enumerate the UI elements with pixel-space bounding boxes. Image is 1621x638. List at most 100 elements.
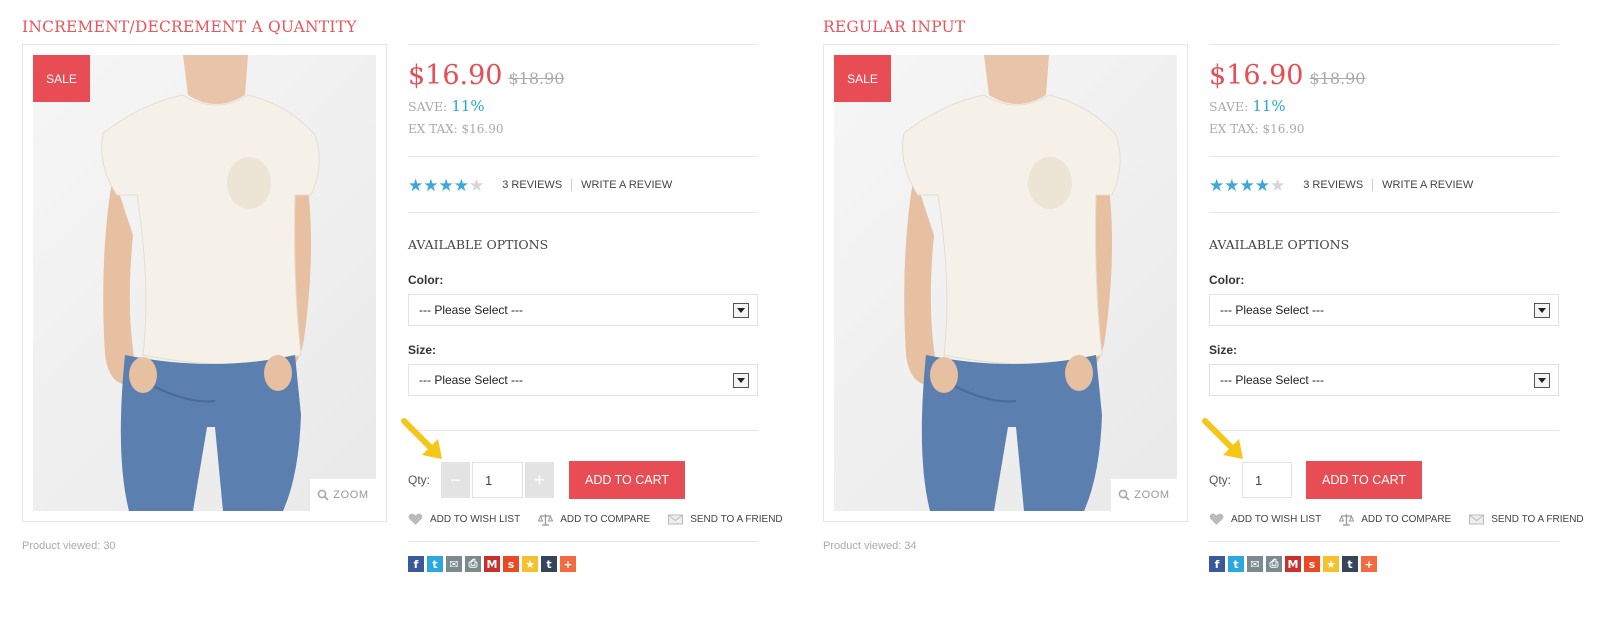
divider [1209,212,1559,213]
send-friend-link[interactable]: SEND TO A FRIEND [1469,513,1584,526]
write-review-link[interactable]: WRITE A REVIEW [581,179,672,191]
send-friend-link[interactable]: SEND TO A FRIEND [668,513,783,526]
magnifier-icon [317,489,329,501]
twitter-icon[interactable]: t [427,556,443,572]
email-icon[interactable]: ✉ [1247,556,1263,572]
product-image[interactable] [33,55,376,511]
dropdown-arrow-icon [733,302,749,318]
product-image-box: SALE ZOOM [22,44,387,522]
more-share-icon[interactable]: + [1361,556,1377,572]
tumblr-icon[interactable]: t [1342,556,1358,572]
compare-link[interactable]: ADD TO COMPARE [1339,513,1451,526]
color-select-value: --- Please Select --- [1220,303,1325,317]
size-select[interactable]: --- Please Select --- [408,364,758,396]
share-bar: f t ✉ ⎙ Ms ★ t + [1209,556,1559,572]
reviews-link[interactable]: 3 REVIEWS [1303,179,1363,191]
twitter-icon[interactable]: t [1228,556,1244,572]
product-image[interactable] [834,55,1177,511]
product-photo [101,55,320,511]
divider [408,156,758,157]
price-current: $16.90 [408,60,503,91]
favorites-icon[interactable]: ★ [1323,556,1339,572]
add-to-cart-button[interactable]: ADD TO CART [569,461,686,499]
section-title: INCREMENT/DECREMENT A QUANTITY [22,18,357,36]
envelope-icon [1469,514,1485,525]
favorites-icon[interactable]: ★ [522,556,538,572]
divider [1209,430,1559,431]
stumbleupon-icon[interactable]: s [1304,556,1320,572]
separator [571,179,573,191]
color-label: Color: [1209,273,1245,287]
star-icon: ★ [438,175,454,195]
rating-stars: ★ ★ ★ ★ ★ [408,177,484,194]
color-select[interactable]: --- Please Select --- [408,294,758,326]
star-icon: ★ [453,175,469,195]
gmail-icon[interactable]: M [1285,556,1301,572]
size-label: Size: [1209,343,1238,357]
decrement-button[interactable]: − [441,462,471,498]
reviews-link[interactable]: 3 REVIEWS [502,179,562,191]
dropdown-arrow-icon [1534,302,1550,318]
divider [1209,44,1559,45]
dropdown-arrow-icon [733,372,749,388]
size-select[interactable]: --- Please Select --- [1209,364,1559,396]
divider [408,541,758,542]
star-icon: ★ [1209,175,1225,195]
star-icon: ★ [408,175,424,195]
print-icon[interactable]: ⎙ [465,556,481,572]
stumbleupon-icon[interactable]: s [503,556,519,572]
magnifier-icon [1118,489,1130,501]
tumblr-icon[interactable]: t [541,556,557,572]
size-select-value: --- Please Select --- [419,373,524,387]
color-select[interactable]: --- Please Select --- [1209,294,1559,326]
product-info: $16.90 $18.90 SAVE: 11% EX TAX: $16.90 ★… [1202,44,1584,572]
save-label: SAVE: [408,99,448,114]
options-title: AVAILABLE OPTIONS [408,237,549,252]
print-icon[interactable]: ⎙ [1266,556,1282,572]
gmail-icon[interactable]: M [484,556,500,572]
highlight-arrow-icon [1202,418,1243,459]
qty-label: Qty: [1209,473,1232,487]
qty-input[interactable] [472,462,524,498]
product-info: $16.90 $18.90 SAVE: 11% EX TAX: $16.90 ★… [401,44,783,572]
zoom-button[interactable]: ZOOM [1111,479,1177,511]
price-current: $16.90 [1209,60,1304,91]
product-panel-regular: REGULAR INPUT SALE ZOOM Product viewed: … [823,0,1613,638]
color-select-value: --- Please Select --- [419,303,524,317]
product-panel-increment: INCREMENT/DECREMENT A QUANTITY SALE ZOOM… [22,0,783,638]
more-share-icon[interactable]: + [560,556,576,572]
divider [408,212,758,213]
star-icon: ★ [1270,175,1286,195]
email-icon[interactable]: ✉ [446,556,462,572]
scale-icon [538,514,554,526]
divider [1209,156,1559,157]
size-select-value: --- Please Select --- [1220,373,1325,387]
add-to-cart-button[interactable]: ADD TO CART [1306,461,1423,499]
zoom-label: ZOOM [1134,489,1170,501]
compare-link[interactable]: ADD TO COMPARE [538,513,650,526]
highlight-arrow-icon [401,418,442,459]
product-viewed-count: Product viewed: 30 [22,540,116,552]
sale-badge: SALE [834,55,891,102]
send-friend-label: SEND TO A FRIEND [690,514,783,525]
section-title: REGULAR INPUT [823,18,966,36]
star-icon: ★ [469,175,485,195]
wish-list-label: ADD TO WISH LIST [1231,514,1322,525]
divider [408,44,758,45]
wish-list-link[interactable]: ADD TO WISH LIST [1209,513,1321,526]
zoom-label: ZOOM [333,489,369,501]
write-review-link[interactable]: WRITE A REVIEW [1382,179,1473,191]
facebook-icon[interactable]: f [408,556,424,572]
facebook-icon[interactable]: f [1209,556,1225,572]
increment-button[interactable]: + [525,462,555,498]
wish-list-link[interactable]: ADD TO WISH LIST [408,513,520,526]
qty-label: Qty: [408,473,431,487]
size-label: Size: [408,343,437,357]
wish-list-label: ADD TO WISH LIST [430,514,521,525]
qty-input[interactable] [1242,462,1293,498]
product-photo [902,55,1121,511]
zoom-button[interactable]: ZOOM [310,479,376,511]
compare-label: ADD TO COMPARE [560,514,651,525]
send-friend-label: SEND TO A FRIEND [1491,514,1584,525]
share-bar: f t ✉ ⎙ Ms ★ t + [408,556,758,572]
